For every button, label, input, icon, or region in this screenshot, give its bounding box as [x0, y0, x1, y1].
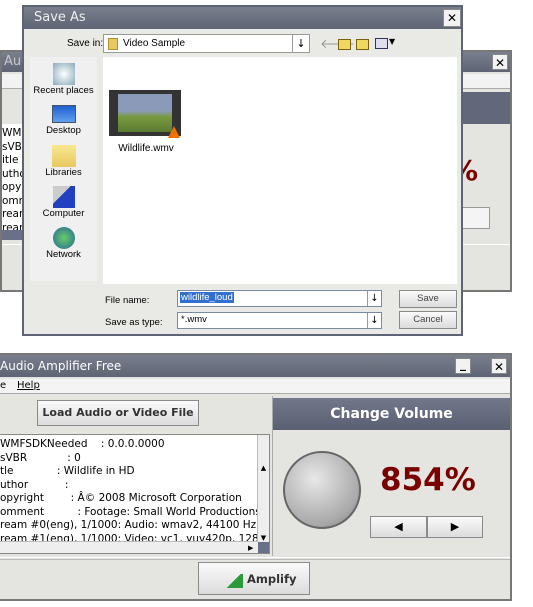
dropdown-arrow-icon[interactable]: ↓ — [367, 291, 381, 306]
vertical-scrollbar[interactable]: ▲ ▼ — [257, 435, 269, 553]
save-in-label: Save in: — [67, 38, 104, 49]
desktop-icon — [51, 105, 76, 123]
folder-icon — [108, 38, 118, 50]
info-text[interactable]: WMFSDKNeeded : 0.0.0.0000 sVBR : 0 tle : W… — [0, 434, 270, 554]
place-computer[interactable]: Computer — [30, 186, 97, 219]
places-bar: Recent places Desktop Libraries Computer… — [30, 57, 97, 281]
file-name-label: File name: — [105, 295, 150, 306]
menu-help[interactable]: Help — [17, 380, 40, 391]
horizontal-scrollbar[interactable]: ▶ — [0, 541, 258, 553]
cancel-button[interactable]: Cancel — [399, 311, 457, 329]
increase-volume-button[interactable]: ▶ — [427, 516, 483, 538]
view-dropdown-icon[interactable]: ▼ — [389, 37, 395, 46]
dropdown-arrow-icon[interactable]: ↓ — [367, 313, 381, 328]
load-file-button[interactable]: Load Audio or Video File — [37, 400, 199, 426]
place-desktop[interactable]: Desktop — [30, 105, 97, 136]
main-window: Audio Amplifier Free _ ✕ e Help Load Aud… — [0, 353, 512, 601]
save-as-dialog: Save As ✕ Save in: Video Sample ↓ 🡐 ▼ Re… — [22, 5, 463, 336]
view-menu-icon[interactable] — [375, 38, 388, 49]
save-as-type-label: Save as type: — [105, 317, 163, 328]
vlc-cone-icon — [168, 126, 180, 138]
save-as-type-select[interactable]: *.wmv ↓ — [177, 312, 382, 329]
recent-places-icon — [52, 63, 75, 85]
scroll-thumb — [258, 542, 269, 553]
volume-value: 854% — [380, 462, 476, 498]
amplify-bars-icon — [225, 574, 243, 588]
menu-bar: e Help — [0, 379, 510, 394]
video-thumbnail — [109, 90, 181, 138]
place-network[interactable]: Network — [30, 227, 97, 260]
dialog-title: Save As — [34, 10, 86, 25]
dropdown-arrow-icon[interactable]: ↓ — [292, 35, 309, 52]
background-info: WMFSsVBRitleuthoopyrommreamream — [2, 124, 24, 230]
background-close-button[interactable]: ✕ — [492, 54, 508, 70]
new-folder-icon[interactable] — [356, 39, 369, 50]
close-button[interactable]: ✕ — [491, 358, 507, 374]
file-item[interactable]: Wildlife.wmv — [109, 90, 183, 154]
save-button[interactable]: Save — [399, 290, 457, 308]
main-title: Audio Amplifier Free — [0, 359, 122, 373]
decrease-volume-button[interactable]: ◀ — [370, 516, 427, 538]
up-folder-icon[interactable] — [338, 39, 351, 50]
place-recent[interactable]: Recent places — [30, 63, 97, 96]
network-icon — [52, 227, 75, 249]
file-name: Wildlife.wmv — [118, 143, 174, 154]
volume-header: Change Volume — [273, 398, 510, 430]
file-name-input[interactable]: wildlife_loud ↓ — [177, 290, 382, 307]
save-in-combo[interactable]: Video Sample ↓ — [103, 34, 310, 53]
menu-file[interactable]: e — [0, 380, 6, 391]
minimize-button[interactable]: _ — [455, 358, 471, 374]
libraries-icon — [51, 145, 76, 167]
file-list[interactable]: Wildlife.wmv — [103, 57, 457, 284]
dialog-close-button[interactable]: ✕ — [443, 9, 461, 27]
place-libraries[interactable]: Libraries — [30, 145, 97, 178]
volume-knob[interactable] — [283, 451, 361, 529]
amplify-button[interactable]: Amplify — [198, 562, 310, 595]
computer-icon — [52, 186, 75, 208]
